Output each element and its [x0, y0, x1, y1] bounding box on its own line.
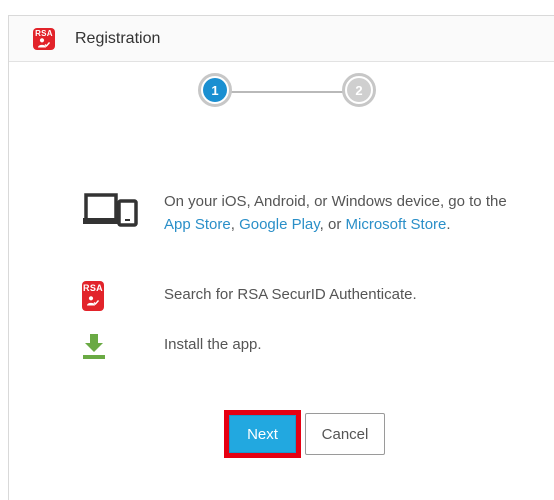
- step-2: 2: [342, 73, 376, 107]
- devices-icon: [83, 193, 138, 227]
- stepper: 1 2: [192, 70, 388, 114]
- dialog-header: RSA Registration: [9, 16, 554, 62]
- instruction-install-app: Install the app.: [164, 336, 262, 353]
- instruction-text: .: [446, 215, 451, 233]
- instruction-text: On your iOS, Android, or Windows device,…: [164, 193, 507, 210]
- microsoft-store-link[interactable]: Microsoft Store: [346, 216, 447, 233]
- rsa-app-icon-text: RSA: [83, 283, 103, 293]
- rsa-logo-text: RSA: [35, 28, 53, 38]
- step-2-number: 2: [347, 78, 371, 102]
- cancel-button[interactable]: Cancel: [305, 413, 385, 455]
- rsa-app-icon: RSA: [82, 281, 104, 311]
- dialog-title: Registration: [75, 29, 161, 47]
- next-button[interactable]: Next: [229, 415, 296, 453]
- instruction-download-store: On your iOS, Android, or Windows device,…: [164, 191, 532, 236]
- step-1: 1: [198, 73, 232, 107]
- download-icon: [83, 334, 105, 359]
- user-check-icon: [87, 296, 99, 306]
- app-store-link[interactable]: App Store: [164, 216, 231, 233]
- step-1-number: 1: [203, 78, 227, 102]
- instruction-text: , or: [319, 215, 346, 233]
- rsa-logo: RSA: [33, 27, 55, 50]
- google-play-link[interactable]: Google Play: [239, 216, 320, 233]
- instruction-text: ,: [230, 215, 240, 233]
- next-button-highlight: Next: [224, 410, 301, 458]
- stepper-connector: [228, 91, 346, 93]
- instruction-search-app: Search for RSA SecurID Authenticate.: [164, 286, 417, 303]
- user-check-icon: [38, 37, 50, 47]
